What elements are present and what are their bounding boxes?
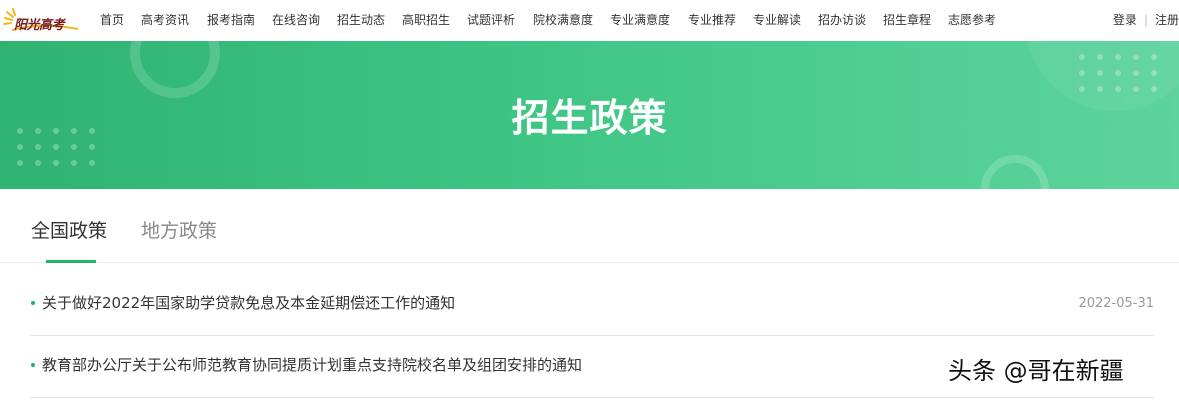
auth-links: 登录 | 注册	[1113, 12, 1179, 28]
page-title: 招生政策	[511, 96, 668, 140]
watermark: 头条 @哥在新疆	[948, 357, 1124, 385]
site-logo[interactable]: 阳光高考	[2, 8, 82, 34]
nav-item-vocational[interactable]: 高职招生	[402, 12, 450, 28]
nav-item-major-interpret[interactable]: 专业解读	[753, 12, 801, 28]
logo-text: 阳光高考	[14, 18, 65, 33]
nav-item-application-guide[interactable]: 报考指南	[207, 12, 255, 28]
nav-item-admission-charter[interactable]: 招生章程	[883, 12, 931, 28]
nav-item-office-interview[interactable]: 招办访谈	[818, 12, 866, 28]
top-navigation: 阳光高考 首页 高考资讯 报考指南 在线咨询 招生动态 高职招生 试题评析 院校…	[0, 0, 1179, 42]
tab-national-policy[interactable]: 全国政策	[31, 219, 107, 243]
bullet-icon	[31, 363, 35, 367]
news-title-link[interactable]: 教育部办公厅关于公布师范教育协同提质计划重点支持院校名单及组团安排的通知	[42, 355, 582, 375]
page-banner: 招生政策	[0, 41, 1179, 189]
auth-separator: |	[1143, 13, 1148, 27]
tab-local-policy[interactable]: 地方政策	[141, 219, 217, 243]
list-item[interactable]: 关于做好2022年国家助学贷款免息及本金延期偿还工作的通知 2022-05-31	[30, 273, 1154, 336]
login-link[interactable]: 登录	[1113, 13, 1137, 27]
nav-item-school-satisfaction[interactable]: 院校满意度	[533, 12, 593, 28]
nav-item-major-satisfaction[interactable]: 专业满意度	[610, 12, 670, 28]
active-tab-indicator	[46, 260, 96, 263]
register-link[interactable]: 注册	[1155, 13, 1179, 27]
nav-item-major-recommend[interactable]: 专业推荐	[688, 12, 736, 28]
news-date: 2022-05-31	[1078, 296, 1154, 311]
bullet-icon	[31, 301, 35, 305]
nav-item-admission-news[interactable]: 招生动态	[337, 12, 385, 28]
nav-item-volunteer-ref[interactable]: 志愿参考	[948, 12, 996, 28]
nav-item-online-consult[interactable]: 在线咨询	[272, 12, 320, 28]
nav-item-exam-review[interactable]: 试题评析	[467, 12, 515, 28]
news-title-link[interactable]: 关于做好2022年国家助学贷款免息及本金延期偿还工作的通知	[42, 293, 455, 313]
policy-tabs: 全国政策 地方政策	[0, 189, 1179, 263]
nav-item-gaokao-news[interactable]: 高考资讯	[141, 12, 189, 28]
nav-item-home[interactable]: 首页	[100, 12, 124, 28]
